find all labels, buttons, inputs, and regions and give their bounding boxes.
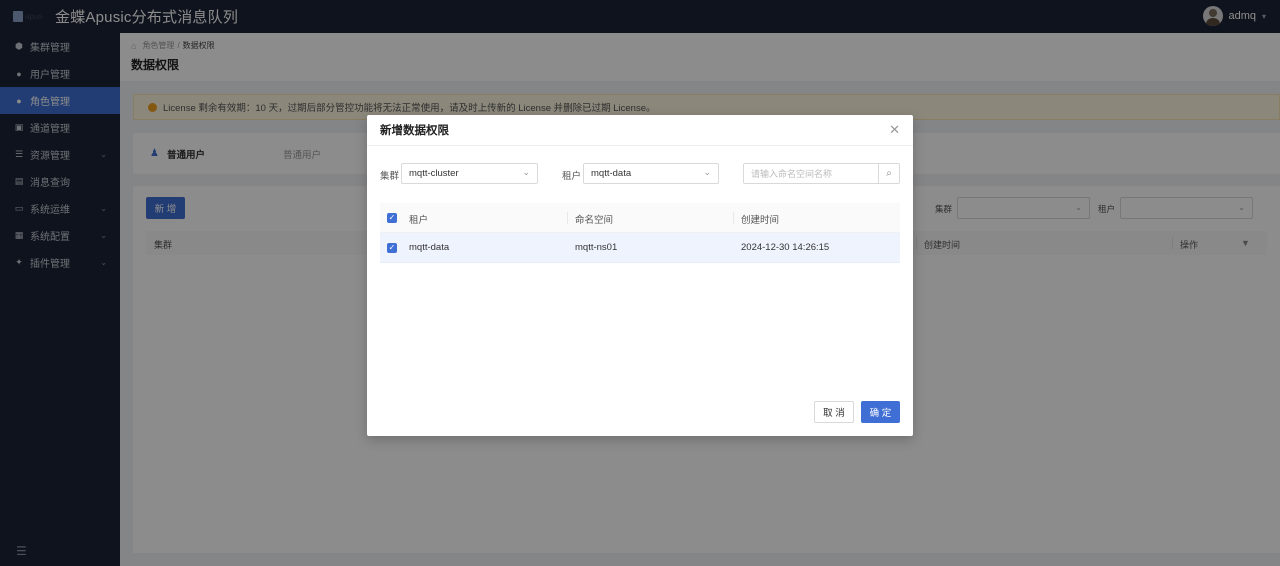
- table-row[interactable]: ✓ mqtt-data mqtt-ns01 2024-12-30 14:26:1…: [380, 233, 900, 263]
- column-header-tenant: 租户: [409, 215, 429, 226]
- table-header: ✓ 租户 命名空间 创建时间: [380, 203, 900, 233]
- cell-namespace: mqtt-ns01: [575, 242, 618, 253]
- close-icon[interactable]: ✕: [889, 123, 900, 136]
- cell-tenant: mqtt-data: [409, 242, 450, 253]
- namespace-table: ✓ 租户 命名空间 创建时间 ✓ mqtt-data mqtt-ns01 202…: [380, 203, 900, 263]
- tenant-label: 租户: [562, 171, 582, 182]
- chevron-down-icon: ⌄: [522, 167, 530, 177]
- row-checkbox[interactable]: ✓: [387, 243, 397, 253]
- confirm-button[interactable]: 确 定: [861, 401, 900, 423]
- namespace-search: ⌕: [743, 163, 900, 184]
- tenant-select[interactable]: mqtt-data ⌄: [583, 163, 719, 184]
- column-divider: [567, 212, 568, 224]
- cancel-button[interactable]: 取 消: [814, 401, 854, 423]
- column-header-namespace: 命名空间: [575, 215, 614, 226]
- add-permission-dialog: 新增数据权限 ✕ 集群 mqtt-cluster ⌄ 租户 mqtt-data …: [367, 115, 913, 436]
- tenant-select-value: mqtt-data: [591, 168, 632, 179]
- namespace-search-input[interactable]: [744, 164, 878, 183]
- dialog-header: 新增数据权限: [367, 115, 913, 146]
- cell-created: 2024-12-30 14:26:15: [741, 242, 830, 253]
- chevron-down-icon: ⌄: [703, 167, 711, 177]
- cluster-label: 集群: [380, 171, 400, 182]
- column-header-created: 创建时间: [741, 215, 780, 226]
- cluster-select-value: mqtt-cluster: [409, 168, 459, 179]
- search-icon[interactable]: ⌕: [878, 164, 899, 183]
- cluster-select[interactable]: mqtt-cluster ⌄: [401, 163, 538, 184]
- column-divider: [733, 212, 734, 224]
- dialog-title: 新增数据权限: [380, 125, 449, 137]
- select-all-checkbox[interactable]: ✓: [387, 213, 397, 223]
